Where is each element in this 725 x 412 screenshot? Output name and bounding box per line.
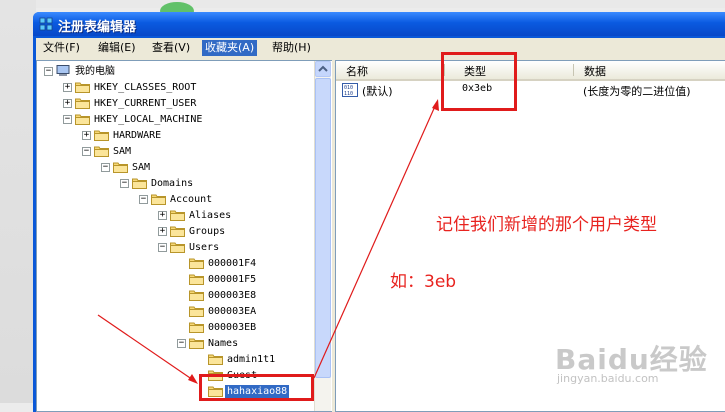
collapse-icon[interactable]: − xyxy=(44,67,53,76)
watermark: Baidu经验 jingyan.baidu.com xyxy=(555,338,708,385)
tree-item-label: HKEY_CURRENT_USER xyxy=(94,98,197,109)
list-item[interactable]: 010 110 (默认) 0x3eb (长度为零的二进位值) xyxy=(336,83,725,99)
folder-icon xyxy=(189,306,204,317)
collapse-icon[interactable]: − xyxy=(177,339,186,348)
binary-value-icon: 010 110 xyxy=(342,83,358,97)
menu-bar: 文件(F) 编辑(E) 查看(V) 收藏夹(A) 帮助(H) xyxy=(36,38,725,58)
desktop-background-top xyxy=(0,0,725,8)
expand-icon[interactable]: + xyxy=(158,211,167,220)
collapse-icon[interactable]: − xyxy=(82,147,91,156)
tree-item-label: Groups xyxy=(189,226,226,237)
desktop-background-left xyxy=(0,0,36,403)
user-highlight-box xyxy=(199,374,314,401)
collapse-icon[interactable]: − xyxy=(158,243,167,252)
list-header: 名称 类型 数据 xyxy=(336,61,725,81)
expand-icon[interactable]: + xyxy=(63,83,72,92)
folder-icon xyxy=(113,162,128,173)
column-divider[interactable] xyxy=(573,64,574,76)
folder-icon xyxy=(170,226,185,237)
folder-icon xyxy=(75,114,90,125)
tree-item-label: admin1t1 xyxy=(227,354,276,365)
menu-favorites[interactable]: 收藏夹(A) xyxy=(202,40,258,56)
type-highlight-box xyxy=(441,52,517,111)
column-name[interactable]: 名称 xyxy=(346,63,368,79)
tree-item-label: SAM xyxy=(113,146,132,157)
watermark-url: jingyan.baidu.com xyxy=(557,372,659,385)
column-data[interactable]: 数据 xyxy=(584,63,606,79)
expand-icon[interactable]: + xyxy=(82,131,91,140)
menu-view[interactable]: 查看(V) xyxy=(149,40,193,56)
folder-icon xyxy=(189,258,204,269)
value-data: (长度为零的二进位值) xyxy=(583,85,691,98)
folder-icon xyxy=(189,338,204,349)
folder-icon xyxy=(189,274,204,285)
folder-icon xyxy=(75,82,90,93)
tree-item-label: HKEY_CLASSES_ROOT xyxy=(94,82,197,93)
regedit-icon xyxy=(39,17,53,31)
folder-icon xyxy=(170,242,185,253)
scroll-up-button[interactable] xyxy=(315,61,331,77)
tree-item-label: Names xyxy=(208,338,239,349)
folder-icon xyxy=(132,178,147,189)
title-bar[interactable]: 注册表编辑器 xyxy=(33,12,725,36)
menu-file[interactable]: 文件(F) xyxy=(40,40,83,56)
tree-item-label: Domains xyxy=(151,178,194,189)
collapse-icon[interactable]: − xyxy=(101,163,110,172)
folder-icon xyxy=(208,354,223,365)
scroll-thumb[interactable] xyxy=(315,78,331,378)
folder-icon xyxy=(151,194,166,205)
computer-icon xyxy=(56,65,70,76)
folder-icon xyxy=(94,130,109,141)
tree-item-label: Aliases xyxy=(189,210,232,221)
expand-icon[interactable]: + xyxy=(158,227,167,236)
tree-item-label: 000003EA xyxy=(208,306,257,317)
tree-item-label: 000003E8 xyxy=(208,290,257,301)
collapse-icon[interactable]: − xyxy=(63,115,72,124)
tree-item-label: Users xyxy=(189,242,220,253)
tree-item-label: 000001F5 xyxy=(208,274,257,285)
tree-scrollbar[interactable] xyxy=(314,61,331,411)
folder-icon xyxy=(170,210,185,221)
tree-item-label: 000003EB xyxy=(208,322,257,333)
folder-icon xyxy=(94,146,109,157)
collapse-icon[interactable]: − xyxy=(139,195,148,204)
folder-icon xyxy=(189,290,204,301)
tree-item-label: SAM xyxy=(132,162,151,173)
tree-item-label: HARDWARE xyxy=(113,130,162,141)
tree-item-label: HKEY_LOCAL_MACHINE xyxy=(94,114,203,125)
annotation-note: 记住我们新增的那个用户类型 xyxy=(436,215,657,235)
tree-item-label: Account xyxy=(170,194,213,205)
chevron-up-icon xyxy=(318,65,328,72)
tree-item-label: 我的电脑 xyxy=(75,66,115,77)
tree-item-label: 000001F4 xyxy=(208,258,257,269)
menu-edit[interactable]: 编辑(E) xyxy=(95,40,139,56)
window-title: 注册表编辑器 xyxy=(58,20,137,35)
key-tree-pane[interactable]: − 我的电脑 + HKEY_CLASSES_ROOT + HKEY_CURRENT_USE… xyxy=(36,60,333,412)
menu-help[interactable]: 帮助(H) xyxy=(269,40,314,56)
folder-icon xyxy=(75,98,90,109)
expand-icon[interactable]: + xyxy=(63,99,72,108)
value-name: (默认) xyxy=(362,85,393,98)
folder-icon xyxy=(189,322,204,333)
svg-text:110: 110 xyxy=(344,91,353,97)
collapse-icon[interactable]: − xyxy=(120,179,129,188)
annotation-example: 如：3eb xyxy=(390,272,457,292)
